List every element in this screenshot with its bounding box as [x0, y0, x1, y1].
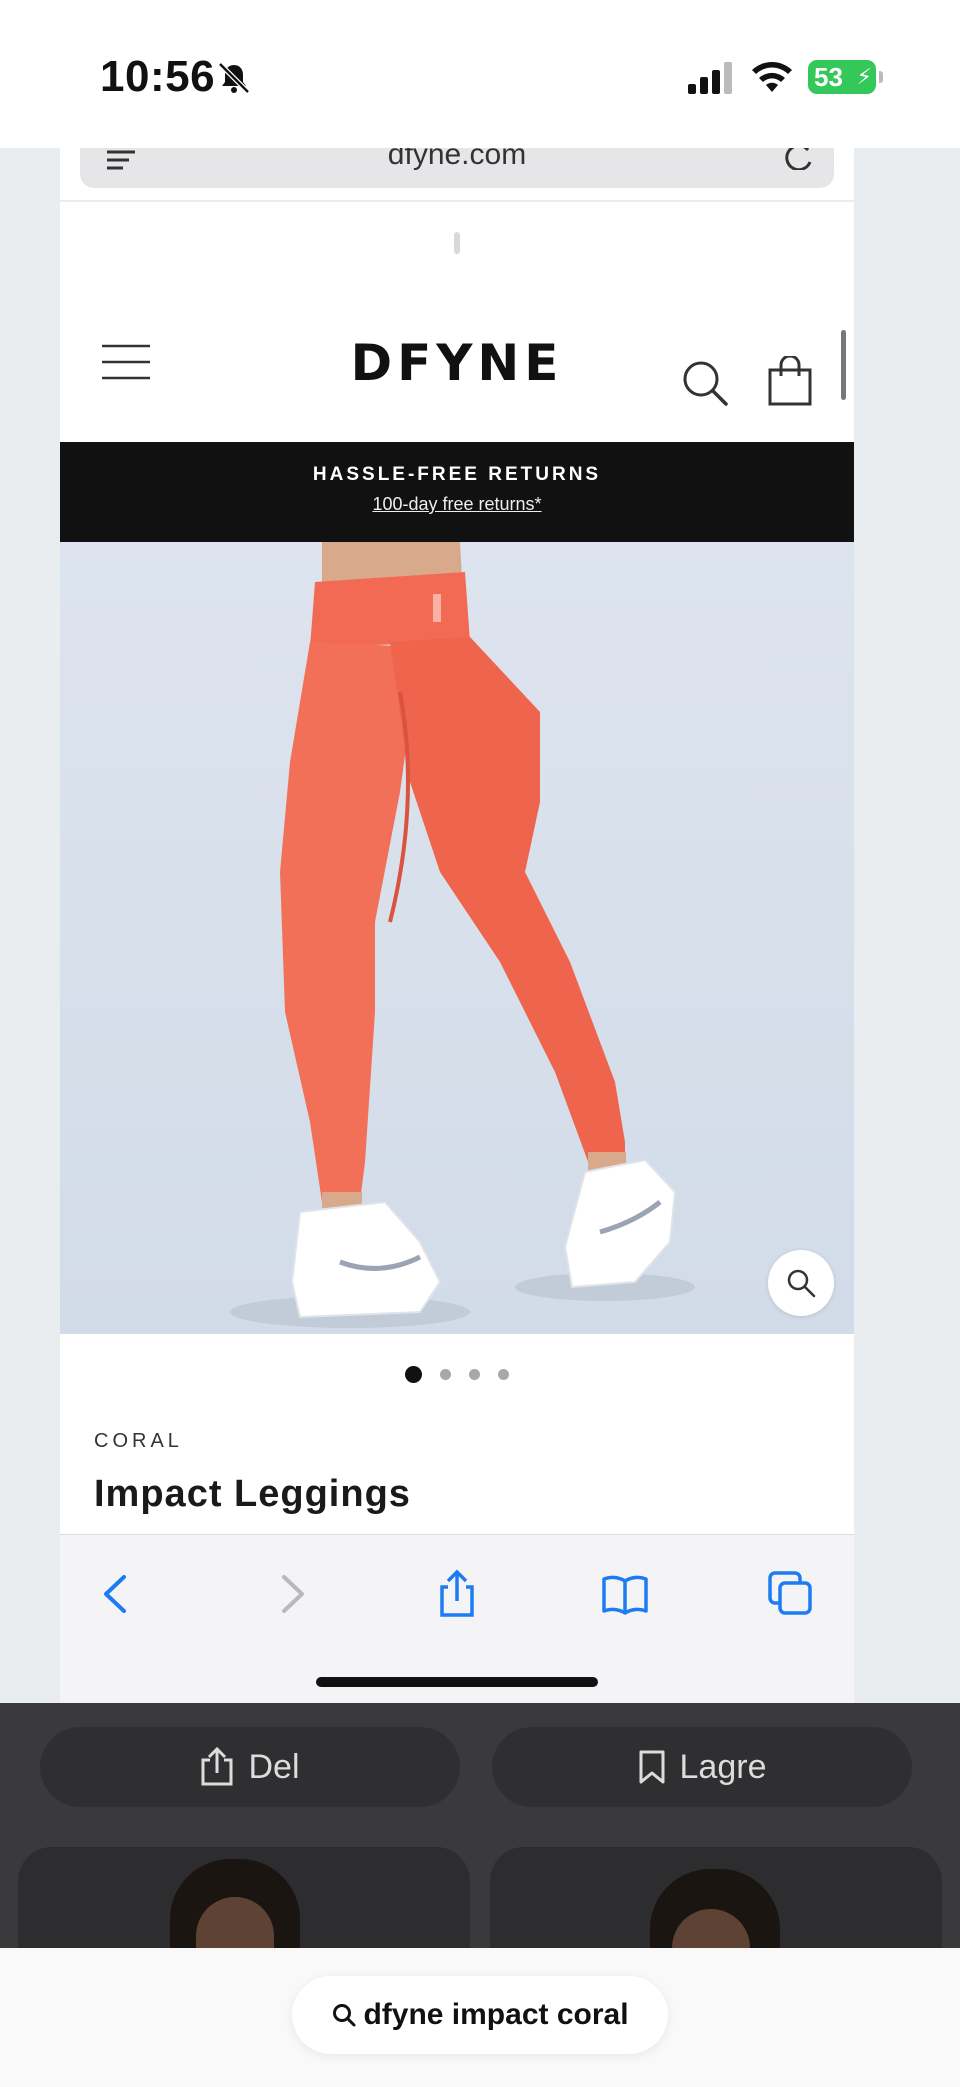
save-label: Lagre [679, 1747, 767, 1786]
reload-icon[interactable] [780, 148, 816, 170]
tabs-icon[interactable] [766, 1569, 816, 1619]
share-icon[interactable] [432, 1569, 482, 1619]
scrollbar[interactable] [841, 330, 846, 400]
carousel-dot-4[interactable] [498, 1369, 509, 1380]
charging-bolt-icon: ⚡ [856, 64, 872, 89]
result-card-1[interactable] [18, 1847, 470, 1948]
bookmarks-icon[interactable] [600, 1569, 650, 1619]
address-bar[interactable]: dfyne.com [80, 148, 834, 188]
bell-off-icon [218, 62, 250, 94]
search-icon[interactable] [680, 358, 730, 408]
product-title: Impact Leggings [94, 1473, 411, 1515]
bookmark-icon [639, 1750, 665, 1784]
battery-level: 53 [814, 62, 843, 92]
forward-icon[interactable] [266, 1569, 316, 1619]
carousel-dot-1[interactable] [405, 1366, 422, 1383]
magnifier-icon [787, 1269, 816, 1298]
product-image[interactable] [60, 542, 854, 1334]
share-label: Del [248, 1747, 300, 1786]
share-icon [201, 1747, 233, 1786]
carousel-dot-2[interactable] [440, 1369, 451, 1380]
back-icon[interactable] [92, 1569, 142, 1619]
result-card-2[interactable] [490, 1847, 942, 1948]
status-time: 10:56 [100, 52, 216, 101]
image-carousel-dots [60, 1366, 854, 1383]
status-bar: 10:56 53 ⚡ [0, 0, 960, 148]
promo-banner: HASSLE-FREE RETURNS 100-day free returns… [60, 442, 854, 542]
signal-icon [688, 62, 732, 94]
scroll-handle [454, 232, 460, 254]
home-indicator [316, 1677, 598, 1687]
site-logo[interactable]: DFYNE [60, 334, 854, 392]
divider [60, 200, 854, 202]
promo-title: HASSLE-FREE RETURNS [312, 464, 602, 485]
promo-link[interactable]: 100-day free returns* [372, 494, 541, 515]
search-area: dfyne impact coral [0, 1948, 960, 2087]
embedded-screenshot: dfyne.com DFYNE HASSLE-FREE RETURNS 100-… [60, 148, 854, 1703]
search-query-pill[interactable]: dfyne impact coral [292, 1976, 668, 2054]
search-query-text: dfyne impact coral [363, 1998, 629, 2031]
zoom-button[interactable] [768, 1250, 834, 1316]
battery-indicator: 53 ⚡ [808, 60, 883, 94]
carousel-dot-3[interactable] [469, 1369, 480, 1380]
save-button[interactable]: Lagre [492, 1727, 912, 1807]
product-color: CORAL [94, 1430, 183, 1452]
leggings-illustration [230, 542, 695, 1328]
share-button[interactable]: Del [40, 1727, 460, 1807]
search-icon [333, 2004, 356, 2027]
wifi-icon [752, 62, 792, 92]
url-text: dfyne.com [387, 148, 527, 171]
shopping-bag-icon[interactable] [766, 356, 814, 406]
result-sheet: Del Lagre [0, 1703, 960, 1948]
